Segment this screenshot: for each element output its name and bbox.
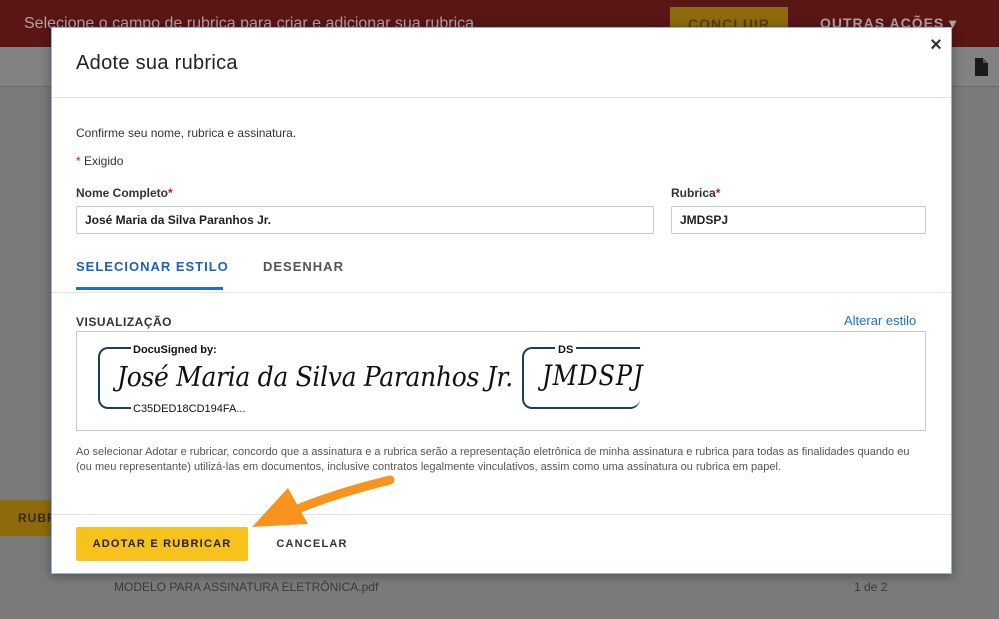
tab-draw[interactable]: DESENHAR — [263, 259, 344, 274]
signature-script: José Maria da Silva Paranhos Jr. — [117, 360, 513, 393]
signature-preview: DocuSigned by: José Maria da Silva Paran… — [76, 331, 926, 431]
page-indicator: 1 de 2 — [854, 580, 888, 594]
initials-script: JMDSPJ — [542, 359, 644, 393]
confirm-instructions: Confirme seu nome, rubrica e assinatura. — [76, 126, 297, 140]
cancel-button[interactable]: CANCELAR — [264, 527, 360, 561]
initials-input[interactable] — [671, 206, 926, 234]
initials-label: Rubrica* — [671, 186, 721, 200]
preview-label: VISUALIZAÇÃO — [76, 315, 172, 329]
full-name-input[interactable] — [76, 206, 654, 234]
side-initials-button[interactable]: RUBR — [0, 500, 58, 536]
close-icon[interactable]: × — [926, 34, 946, 56]
document-name: MODELO PARA ASSINATURA ELETRÔNICA.pdf — [114, 580, 379, 594]
adopt-and-initial-button[interactable]: ADOTAR E RUBRICAR — [76, 527, 248, 561]
tab-select-style[interactable]: SELECIONAR ESTILO — [76, 259, 229, 274]
divider — [52, 514, 951, 515]
adopt-initials-dialog: Adote sua rubrica × Confirme seu nome, r… — [51, 27, 952, 574]
file-icon[interactable] — [974, 58, 988, 76]
divider — [52, 97, 951, 98]
change-style-link[interactable]: Alterar estilo — [844, 313, 916, 328]
active-tab-indicator — [76, 287, 223, 290]
docusigned-by-label: DocuSigned by: — [131, 344, 219, 356]
dialog-title: Adote sua rubrica — [76, 52, 238, 74]
signature-hash: C35DED18CD194FA... — [131, 403, 248, 415]
legal-disclaimer: Ao selecionar Adotar e rubricar, concord… — [76, 446, 910, 473]
required-label: Exigido — [80, 154, 124, 168]
required-legend: * Exigido — [76, 154, 123, 168]
full-name-label: Nome Completo* — [76, 186, 173, 200]
ds-label: DS — [555, 344, 577, 356]
divider — [52, 292, 951, 293]
